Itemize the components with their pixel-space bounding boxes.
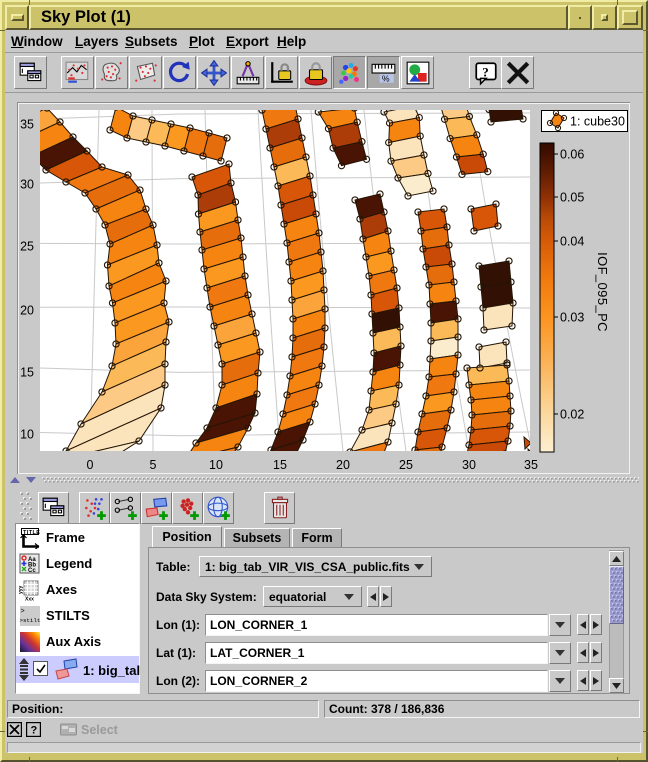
svg-text:IOF_095_PC: IOF_095_PC — [595, 252, 610, 332]
svg-text:25: 25 — [20, 240, 34, 254]
svg-text:15: 15 — [273, 458, 287, 472]
svg-text:>: > — [21, 608, 25, 616]
svg-text:0.03: 0.03 — [560, 311, 584, 325]
svg-text:Cc: Cc — [28, 568, 36, 574]
svg-text:?: ? — [482, 64, 489, 79]
svg-text:0.06: 0.06 — [560, 148, 584, 162]
svg-text:TITLE: TITLE — [23, 530, 40, 536]
svg-text:15: 15 — [20, 366, 34, 380]
svg-text:%: % — [381, 73, 389, 83]
svg-text:10: 10 — [209, 458, 223, 472]
svg-text:10: 10 — [20, 428, 34, 442]
svg-text:35: 35 — [20, 118, 34, 132]
svg-text:30: 30 — [462, 458, 476, 472]
svg-text:1: cube30: 1: cube30 — [570, 115, 625, 129]
svg-text:0: 0 — [87, 458, 94, 472]
svg-text:?: ? — [31, 725, 38, 737]
svg-text:25: 25 — [399, 458, 413, 472]
svg-text:0.04: 0.04 — [560, 235, 584, 249]
svg-text:5: 5 — [150, 458, 157, 472]
svg-text:20: 20 — [20, 304, 34, 318]
svg-text:0.02: 0.02 — [560, 408, 584, 422]
svg-text:0.05: 0.05 — [560, 191, 584, 205]
svg-text:Xxx: Xxx — [25, 597, 34, 602]
svg-text:35: 35 — [524, 458, 538, 472]
svg-text:30: 30 — [20, 178, 34, 192]
svg-text:>stilts: >stilts — [20, 617, 42, 624]
svg-text:20: 20 — [336, 458, 350, 472]
svg-text:yyy: yyy — [19, 585, 24, 594]
